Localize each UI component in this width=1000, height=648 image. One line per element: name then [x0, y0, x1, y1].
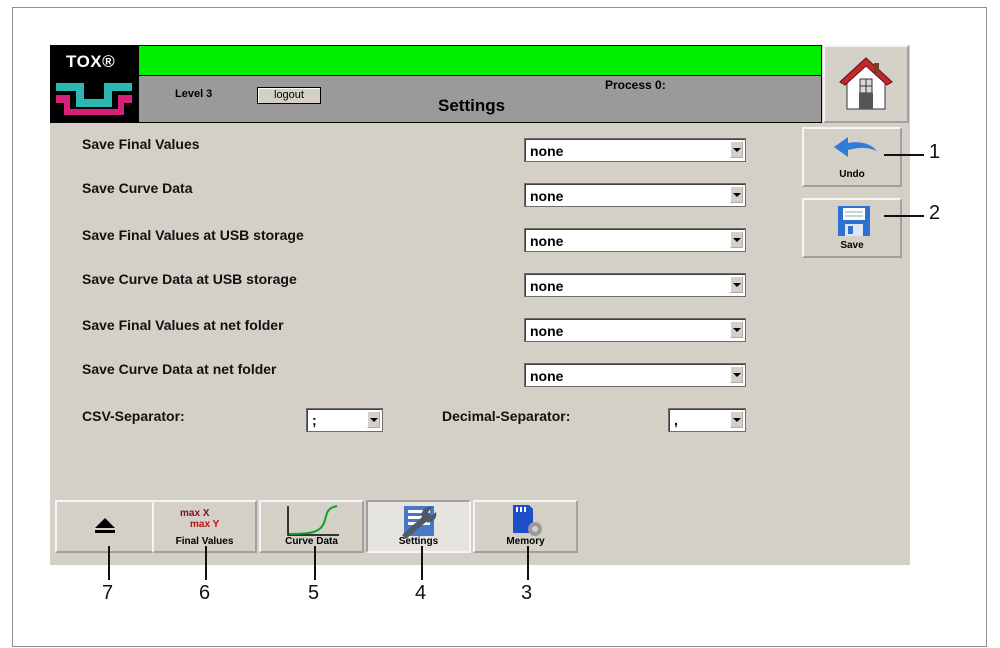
select-value: ,: [674, 412, 678, 428]
save-curve-data-net-select[interactable]: none: [524, 363, 746, 387]
save-curve-data-usb-label: Save Curve Data at USB storage: [82, 271, 297, 287]
info-bar: Level 3 logout Process 0: Settings: [138, 76, 822, 123]
save-final-values-net-label: Save Final Values at net folder: [82, 317, 284, 333]
curve-data-label: Curve Data: [285, 536, 338, 547]
tab-settings[interactable]: Settings: [366, 500, 471, 553]
callout-2: 2: [929, 202, 941, 224]
undo-label: Undo: [839, 169, 865, 180]
csv-separator-label: CSV-Separator:: [82, 408, 185, 424]
callout-3: 3: [521, 582, 533, 604]
callout-6: 6: [199, 582, 211, 604]
select-value: none: [530, 278, 564, 294]
save-curve-data-select[interactable]: none: [524, 183, 746, 207]
max-values-icon: max Xmax Y: [180, 508, 219, 530]
max-y-label: max Y: [190, 519, 220, 530]
callout-line-4: [421, 546, 423, 580]
callout-line-2: [884, 215, 924, 217]
chevron-down-icon[interactable]: [730, 366, 743, 383]
save-label: Save: [840, 240, 864, 251]
save-final-values-label: Save Final Values: [82, 136, 200, 152]
process-label: Process 0:: [605, 78, 666, 92]
chevron-down-icon[interactable]: [367, 411, 380, 428]
select-value: none: [530, 323, 564, 339]
select-value: none: [530, 143, 564, 159]
save-curve-data-label: Save Curve Data: [82, 180, 193, 196]
home-button[interactable]: [823, 45, 909, 123]
chevron-down-icon[interactable]: [730, 141, 743, 158]
csv-separator-select[interactable]: ;: [306, 408, 383, 432]
memory-card-icon: [513, 505, 542, 536]
callout-line-5: [314, 546, 316, 580]
save-final-values-net-select[interactable]: none: [524, 318, 746, 342]
save-curve-data-net-label: Save Curve Data at net folder: [82, 361, 277, 377]
callout-line-3: [527, 546, 529, 580]
callout-line-7: [108, 546, 110, 580]
chevron-down-icon[interactable]: [730, 276, 743, 293]
tox-logo-icon: [56, 83, 132, 115]
logout-button[interactable]: logout: [257, 87, 321, 104]
floppy-disk-icon: [838, 206, 870, 236]
save-final-values-usb-label: Save Final Values at USB storage: [82, 227, 304, 243]
hmi-screen: TOX® Level 3 logout Process 0: Settings …: [50, 45, 910, 565]
tab-curve-data[interactable]: Curve Data: [259, 500, 364, 553]
select-value: ;: [312, 412, 317, 428]
decimal-separator-select[interactable]: ,: [668, 408, 746, 432]
chevron-down-icon[interactable]: [730, 186, 743, 203]
decimal-separator-label: Decimal-Separator:: [442, 408, 571, 424]
undo-button[interactable]: Undo: [802, 127, 902, 187]
save-button[interactable]: Save: [802, 198, 902, 258]
chevron-down-icon[interactable]: [730, 231, 743, 248]
select-value: none: [530, 233, 564, 249]
chevron-down-icon[interactable]: [730, 321, 743, 338]
callout-5: 5: [308, 582, 320, 604]
eject-icon: [95, 518, 115, 533]
callout-1: 1: [929, 141, 941, 163]
wrench-settings-icon: [402, 506, 437, 539]
save-curve-data-usb-select[interactable]: none: [524, 273, 746, 297]
save-final-values-select[interactable]: none: [524, 138, 746, 162]
page-title: Settings: [438, 96, 506, 115]
select-value: none: [530, 188, 564, 204]
memory-label: Memory: [506, 536, 545, 547]
settings-label: Settings: [398, 536, 439, 547]
max-x-label: max X: [180, 508, 210, 519]
tab-memory[interactable]: Memory: [473, 500, 578, 553]
status-bar: [138, 45, 822, 76]
chevron-down-icon[interactable]: [730, 411, 743, 428]
undo-arrow-icon: [834, 137, 877, 157]
save-final-values-usb-select[interactable]: none: [524, 228, 746, 252]
callout-line-1: [884, 154, 924, 156]
logo-text: TOX®: [66, 52, 116, 71]
tox-logo: TOX®: [50, 45, 138, 123]
callout-line-6: [205, 546, 207, 580]
callout-4: 4: [415, 582, 427, 604]
home-icon: [839, 57, 893, 110]
curve-chart-icon: [287, 505, 339, 536]
select-value: none: [530, 368, 564, 384]
callout-7: 7: [102, 582, 114, 604]
user-level: Level 3: [175, 88, 213, 100]
